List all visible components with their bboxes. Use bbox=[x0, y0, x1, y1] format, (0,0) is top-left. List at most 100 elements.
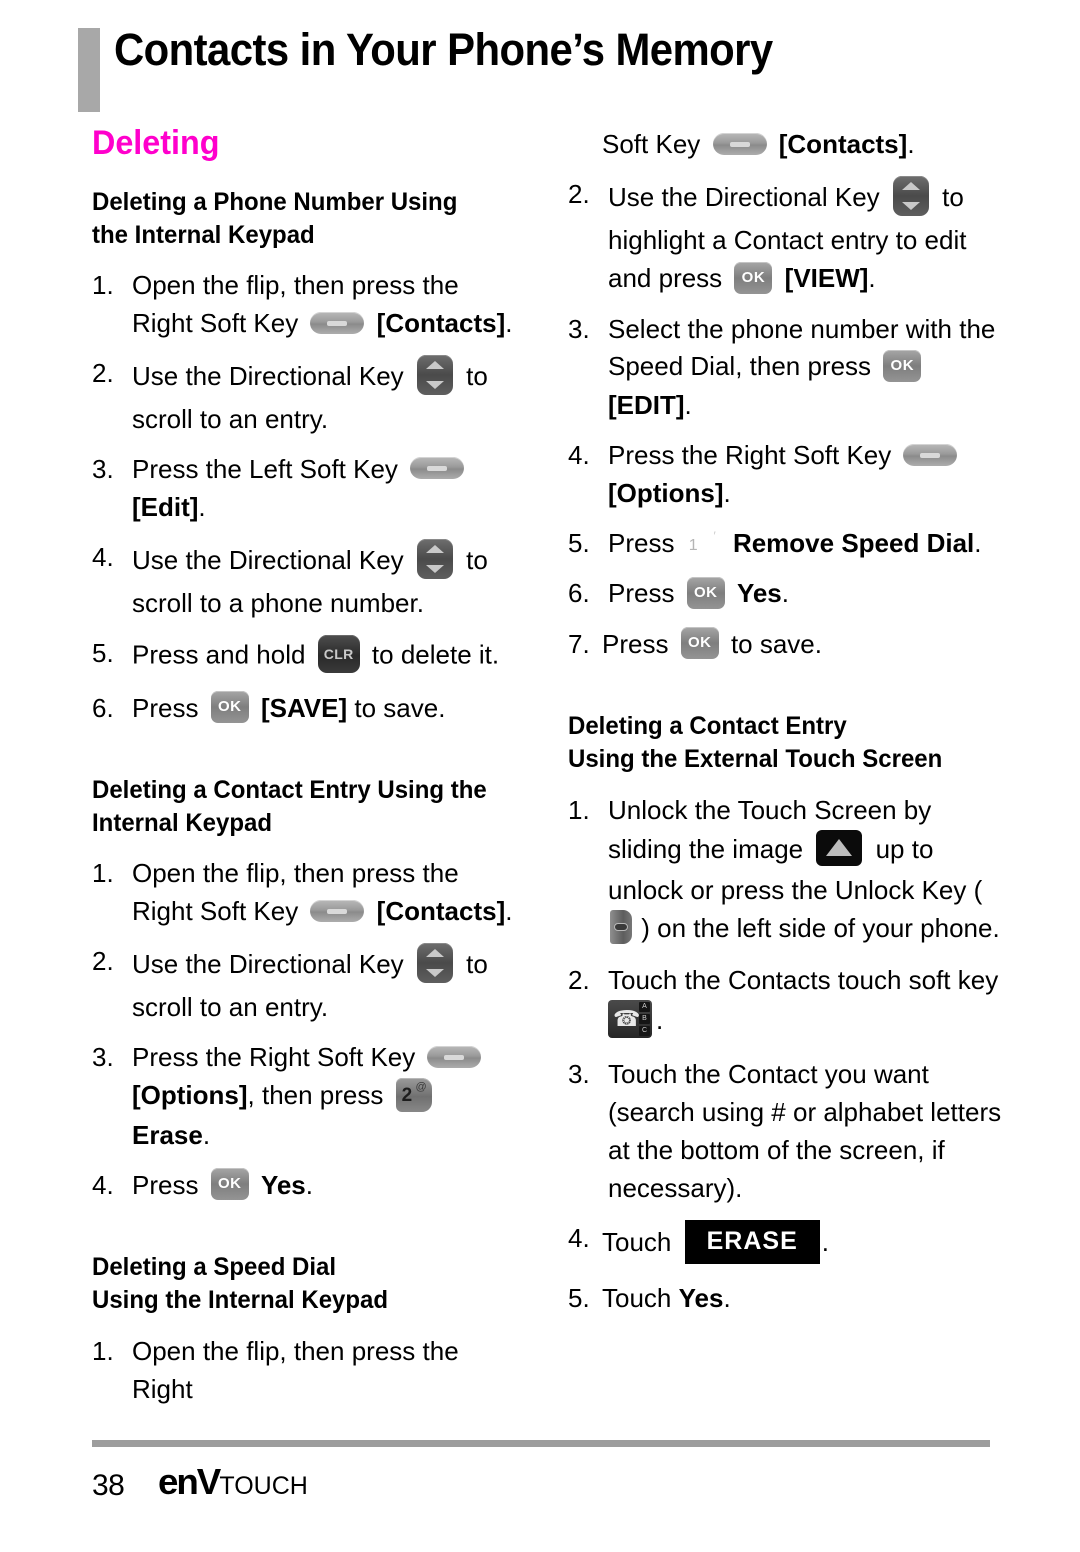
list-item: 2. Use the Directional Key to scroll to … bbox=[92, 354, 517, 439]
step-number: 2. bbox=[568, 965, 590, 996]
heading-line-2: Using the External Touch Screen bbox=[568, 745, 943, 774]
step-text: Select the phone number with the Speed D… bbox=[608, 311, 1008, 426]
page-number: 38 bbox=[92, 1469, 125, 1502]
ok-key-icon: OK bbox=[686, 576, 725, 609]
step-text-pre: Press bbox=[132, 692, 199, 723]
contacts-touch-key-icon: ☎ A B C bbox=[608, 1000, 652, 1039]
step-text: Press the Right Soft Key [Options]. bbox=[608, 437, 1008, 513]
ok-key-icon: OK bbox=[210, 691, 249, 724]
step-text: Use the Directional Key to highlight a C… bbox=[608, 175, 1008, 299]
unlock-side-key-icon bbox=[610, 910, 632, 945]
header-accent-bar bbox=[78, 28, 100, 112]
step-number: 3. bbox=[568, 313, 590, 344]
step-text-pre: Press bbox=[602, 628, 669, 659]
step-text: Press OK [SAVE] to save. bbox=[132, 690, 517, 729]
step-text-pre: Press and hold bbox=[132, 639, 306, 670]
heading-delete-contact-entry-internal: Deleting a Contact Entry Using the Inter… bbox=[92, 776, 487, 837]
step-text-pre: Soft Key bbox=[602, 129, 701, 159]
step-text-bold: [Contacts] bbox=[376, 307, 506, 338]
list-item: 5. Touch Yes. bbox=[568, 1280, 1008, 1318]
step-text: Use the Directional Key to scroll to a p… bbox=[132, 538, 517, 623]
heading-delete-speed-dial: Deleting a Speed Dial Using the Internal… bbox=[92, 1251, 500, 1317]
step-text: Touch the Contact you want (search using… bbox=[608, 1059, 1002, 1204]
list-item: 1. Open the flip, then press the Right S… bbox=[92, 855, 517, 931]
step-number: 1. bbox=[92, 270, 114, 300]
heading-delete-contact-entry-touch: Deleting a Contact Entry Using the Exter… bbox=[568, 710, 990, 776]
step-text-bold: [SAVE] bbox=[260, 692, 348, 723]
step-text-pre: Use the Directional Key bbox=[132, 360, 404, 391]
step-text-post: . bbox=[505, 307, 513, 338]
step-number: 3. bbox=[92, 1042, 114, 1073]
ok-key-icon: OK bbox=[680, 627, 719, 660]
soft-key-icon bbox=[310, 311, 365, 334]
heading-line-1: Deleting a Speed Dial bbox=[92, 1253, 337, 1282]
step-text-post: . bbox=[198, 491, 206, 522]
step-text: Open the flip, then press the Right Soft… bbox=[132, 267, 517, 343]
ok-key-icon: OK bbox=[210, 1168, 249, 1201]
step-number: 2. bbox=[92, 357, 114, 388]
step-number: 1. bbox=[568, 795, 590, 826]
step-text-post: . bbox=[684, 390, 692, 421]
list-item: 2. Touch the Contacts touch soft key ☎ A B… bbox=[568, 962, 1008, 1044]
ok-key-icon: OK bbox=[883, 350, 922, 383]
section-title-deleting: Deleting bbox=[92, 124, 220, 162]
step-number: 3. bbox=[92, 453, 114, 484]
step-text: Unlock the Touch Screen by sliding the i… bbox=[608, 792, 1008, 950]
step-number: 1. bbox=[92, 858, 114, 889]
step-text-post: to save. bbox=[354, 692, 446, 723]
step-text: Press OK Yes. bbox=[608, 575, 1008, 614]
step-text-bold: [Edit] bbox=[132, 491, 199, 522]
step-text-post: . bbox=[505, 896, 513, 927]
step-text-bold: Yes bbox=[260, 1169, 306, 1200]
soft-key-icon bbox=[427, 1045, 482, 1068]
step-text: Open the flip, then press the Right bbox=[132, 1336, 459, 1405]
manual-page: Contacts in Your Phone’s Memory Deleting… bbox=[0, 0, 1080, 1552]
list-item: 6. Press OK Yes. bbox=[568, 575, 1008, 614]
step-text: Use the Directional Key to scroll to an … bbox=[132, 354, 517, 439]
footer-content: 38 enV TOUCH bbox=[92, 1461, 992, 1503]
step-text: Press 1 ′ Remove Speed Dial. bbox=[608, 525, 1008, 563]
directional-key-icon bbox=[892, 175, 929, 216]
list-item: 1. Open the flip, then press the Right bbox=[92, 1333, 517, 1409]
step-number: 2. bbox=[92, 946, 114, 977]
list-item: 3. Press the Left Soft Key [Edit]. bbox=[92, 451, 517, 527]
step-number: 4. bbox=[92, 541, 114, 572]
step-text: Soft Key [Contacts]. bbox=[602, 126, 1008, 164]
step-text-pre: Press the Right Soft Key bbox=[132, 1042, 416, 1073]
clr-key-icon: CLR bbox=[317, 634, 360, 673]
step-number: 6. bbox=[92, 692, 114, 723]
step-text-mid: , then press bbox=[247, 1080, 384, 1111]
list-item: 2. Use the Directional Key to scroll to … bbox=[92, 943, 517, 1027]
ok-key-icon: OK bbox=[734, 261, 773, 294]
step-number: 5. bbox=[92, 637, 114, 668]
page-title: Contacts in Your Phone’s Memory bbox=[114, 24, 773, 75]
step-text-pre: Press the Right Soft Key bbox=[608, 440, 892, 471]
erase-button[interactable]: ERASE bbox=[684, 1219, 820, 1265]
step-number: 3. bbox=[568, 1059, 590, 1090]
step-text: Touch the Contacts touch soft key ☎ A B C. bbox=[608, 962, 1008, 1044]
num-2-key-icon: 2 @ bbox=[395, 1077, 432, 1112]
steps-delete-speed-dial: 1. Open the flip, then press the Right bbox=[92, 1333, 517, 1409]
step-number: 2. bbox=[568, 178, 590, 209]
step-text-pre: Press bbox=[608, 577, 675, 608]
step-text: Touch Yes. bbox=[602, 1280, 1008, 1318]
list-item: 4. Touch ERASE. bbox=[568, 1219, 1008, 1269]
list-item: 5. Press and hold CLR to delete it. bbox=[92, 634, 517, 678]
step-text: Press the Left Soft Key [Edit]. bbox=[132, 451, 517, 527]
directional-key-icon bbox=[416, 943, 453, 984]
step-text-post: . bbox=[821, 1227, 829, 1258]
step-text: Use the Directional Key to scroll to an … bbox=[132, 943, 517, 1027]
heading-line-1: Deleting a Contact Entry bbox=[568, 712, 847, 741]
step-text-bold: [Contacts] bbox=[376, 896, 506, 927]
step-text-bold: Remove Speed Dial bbox=[732, 527, 975, 558]
page-footer: 38 enV TOUCH bbox=[92, 1440, 992, 1503]
list-item: 1. Unlock the Touch Screen by sliding th… bbox=[568, 792, 1008, 950]
directional-key-icon bbox=[416, 354, 453, 395]
step-text-bold: [EDIT] bbox=[608, 390, 685, 421]
step-text: Press and hold CLR to delete it. bbox=[132, 634, 517, 678]
step-number: 4. bbox=[92, 1169, 114, 1200]
step-text-pre: Use the Directional Key bbox=[132, 949, 404, 980]
step-number-placeholder bbox=[568, 126, 602, 164]
step-text-pre: Press bbox=[132, 1169, 199, 1200]
step-text-post: . bbox=[723, 478, 731, 509]
